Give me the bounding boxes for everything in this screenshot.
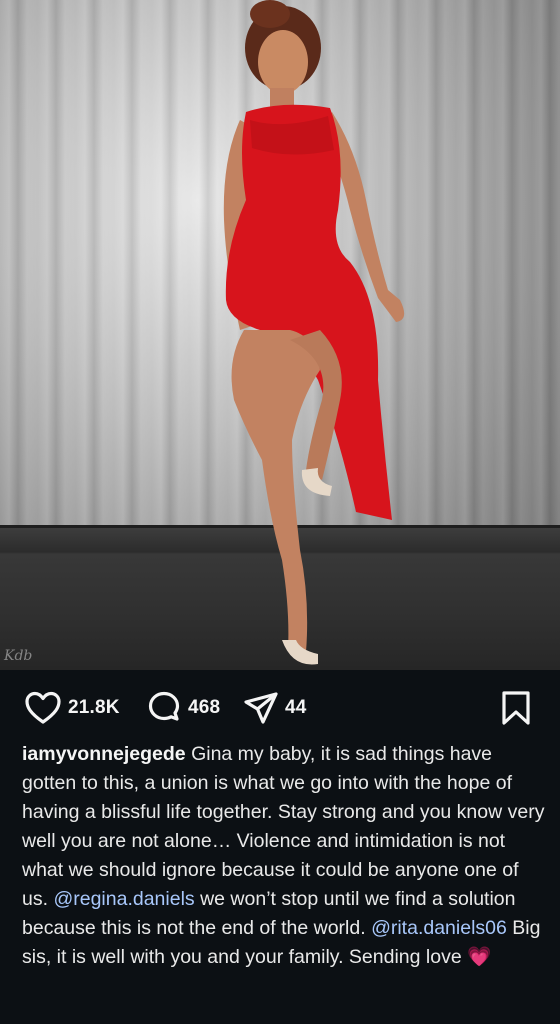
comment-count: 468 [188,697,221,718]
post-actions-bar: 21.8K 468 44 [0,688,560,728]
caption-text-1: Gina my baby, it is sad things have gott… [22,743,545,910]
mention-regina[interactable]: @regina.daniels [53,888,194,910]
pink-heart-emoji: 💗 [467,946,492,968]
post-caption: iamyvonnejegede Gina my baby, it is sad … [22,740,548,972]
like-count: 21.8K [68,697,120,718]
heart-icon [25,691,61,724]
save-button[interactable] [500,688,532,728]
share-button[interactable]: 44 [243,688,307,728]
post-photo[interactable]: Kdb [0,0,560,670]
share-count: 44 [285,697,307,718]
send-icon [244,692,278,724]
caption-username[interactable]: iamyvonnejegede [22,743,186,765]
comment-icon [148,691,180,721]
mention-rita[interactable]: @rita.daniels06 [371,917,507,939]
bookmark-icon [502,691,530,725]
model-figure [223,0,405,665]
like-button[interactable]: 21.8K [24,688,120,728]
photographer-watermark: Kdb [4,648,33,664]
comment-button[interactable]: 468 [146,688,220,728]
